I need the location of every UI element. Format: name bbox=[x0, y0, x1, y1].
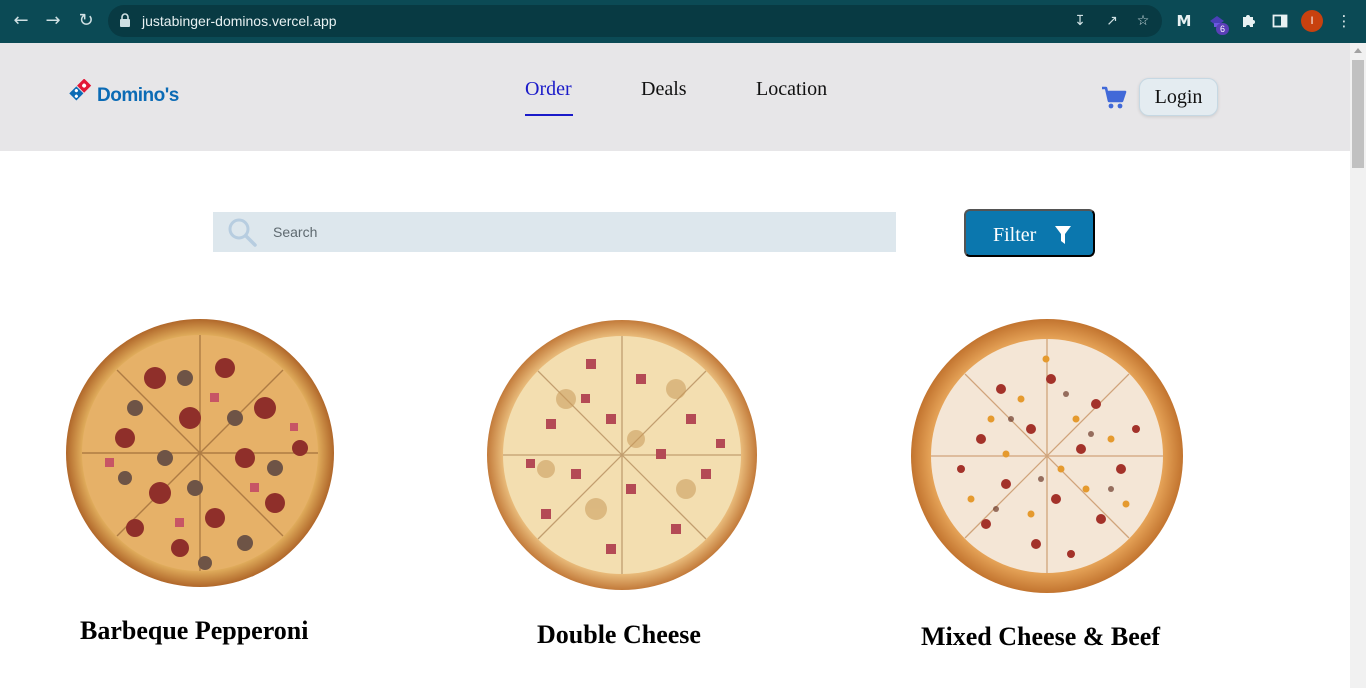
filter-label: Filter bbox=[993, 224, 1037, 246]
lock-icon bbox=[120, 13, 130, 27]
pizza-image[interactable] bbox=[486, 319, 759, 591]
nav-active-indicator bbox=[525, 114, 573, 116]
login-button[interactable]: Login bbox=[1139, 78, 1218, 116]
funnel-icon bbox=[1055, 226, 1071, 244]
extension-m-icon[interactable]: M bbox=[1173, 10, 1195, 32]
scroll-thumb[interactable] bbox=[1352, 60, 1364, 168]
filter-button[interactable]: Filter bbox=[964, 209, 1095, 257]
extension-badge: 6 bbox=[1216, 23, 1229, 35]
product-name[interactable]: Mixed Cheese & Beef bbox=[921, 622, 1160, 652]
nav-deals[interactable]: Deals bbox=[641, 78, 687, 101]
profile-avatar[interactable]: I bbox=[1301, 10, 1323, 32]
nav-location[interactable]: Location bbox=[756, 78, 827, 101]
pizza-image[interactable] bbox=[911, 319, 1184, 594]
page-scrollbar[interactable] bbox=[1350, 43, 1366, 688]
forward-icon[interactable]: → bbox=[42, 10, 64, 32]
share-icon[interactable]: ↗ bbox=[1104, 13, 1120, 29]
pizza-image[interactable] bbox=[65, 318, 335, 588]
scroll-up-arrow[interactable] bbox=[1354, 48, 1362, 53]
bookmark-star-icon[interactable]: ☆ bbox=[1135, 13, 1151, 29]
nav-order[interactable]: Order bbox=[525, 78, 572, 101]
dominos-logo[interactable] bbox=[68, 79, 96, 105]
search-bar bbox=[213, 212, 896, 252]
cart-icon[interactable] bbox=[1100, 84, 1128, 112]
site-header: Domino's Order Deals Location Login bbox=[0, 43, 1350, 151]
search-input[interactable] bbox=[273, 212, 873, 252]
address-bar[interactable]: justabinger-dominos.vercel.app ↧ ↗ ☆ bbox=[108, 5, 1162, 37]
search-icon bbox=[228, 218, 257, 247]
url-text: justabinger-dominos.vercel.app bbox=[142, 13, 337, 29]
reload-icon[interactable]: ↻ bbox=[75, 10, 97, 32]
install-icon[interactable]: ↧ bbox=[1072, 13, 1088, 29]
back-icon[interactable]: ← bbox=[10, 10, 32, 32]
puzzle-icon[interactable] bbox=[1237, 10, 1259, 32]
side-panel-icon[interactable] bbox=[1269, 10, 1291, 32]
product-name[interactable]: Barbeque Pepperoni bbox=[80, 616, 308, 646]
product-name[interactable]: Double Cheese bbox=[537, 620, 701, 650]
kebab-menu-icon[interactable]: ⋮ bbox=[1333, 10, 1355, 32]
browser-toolbar: ← → ↻ justabinger-dominos.vercel.app ↧ ↗… bbox=[0, 0, 1366, 43]
brand-name[interactable]: Domino's bbox=[97, 85, 179, 107]
